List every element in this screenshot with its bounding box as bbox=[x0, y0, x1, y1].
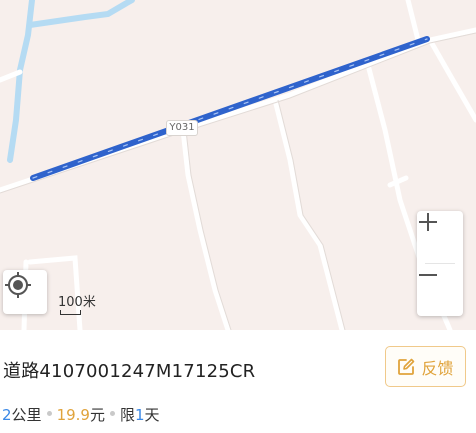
feedback-label: 反馈 bbox=[421, 358, 454, 378]
locate-icon bbox=[5, 272, 31, 298]
road-title: 道路4107001247M17125CR bbox=[3, 361, 256, 382]
route-summary: 2公里 19.9元 限1天 bbox=[2, 404, 160, 425]
plus-icon bbox=[419, 213, 437, 231]
separator-dot bbox=[46, 411, 52, 416]
map-canvas[interactable]: Y031 100米 bbox=[0, 0, 476, 330]
separator-dot bbox=[109, 411, 115, 416]
map-roads bbox=[0, 0, 476, 330]
distance-unit: 公里 bbox=[11, 406, 42, 424]
limit-unit: 天 bbox=[144, 406, 160, 424]
price-unit: 元 bbox=[89, 406, 105, 424]
distance-value: 2 bbox=[2, 406, 12, 424]
zoom-controls bbox=[417, 211, 463, 316]
feedback-button[interactable]: 反馈 bbox=[385, 346, 466, 387]
locate-button[interactable] bbox=[3, 270, 47, 314]
price-value: 19.9 bbox=[56, 406, 90, 424]
zoom-out-button[interactable] bbox=[417, 264, 463, 316]
limit-prefix: 限 bbox=[119, 406, 135, 424]
scale-label: 100米 bbox=[58, 295, 96, 310]
scale-bar bbox=[60, 310, 81, 315]
limit-value: 1 bbox=[135, 406, 145, 424]
map-scale: 100米 bbox=[58, 291, 96, 315]
zoom-in-button[interactable] bbox=[417, 211, 463, 263]
road-label: Y031 bbox=[166, 120, 198, 136]
minus-icon bbox=[419, 274, 437, 276]
edit-icon bbox=[398, 358, 415, 375]
